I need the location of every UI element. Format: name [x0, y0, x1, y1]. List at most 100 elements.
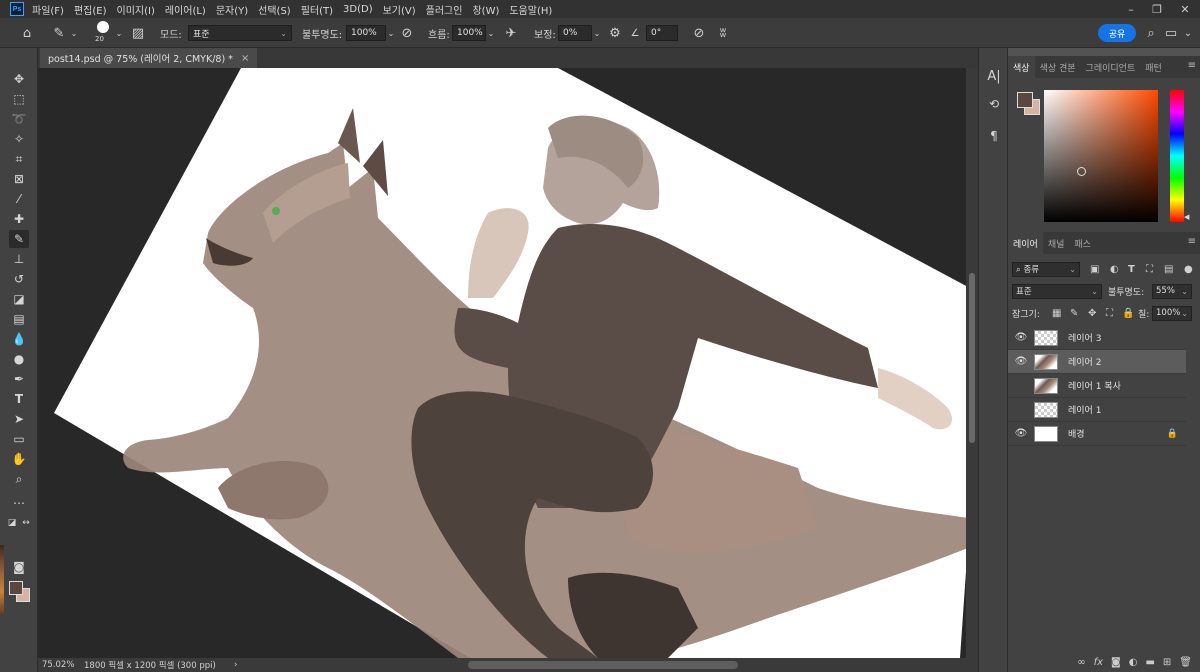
- zoom-tool-icon[interactable]: ⌕: [9, 470, 29, 488]
- opacity-chevron-icon[interactable]: ⌄: [386, 18, 396, 48]
- horizontal-scrollbar[interactable]: [468, 661, 738, 669]
- menu-image[interactable]: 이미지(I): [117, 2, 155, 17]
- home-icon[interactable]: ⌂: [14, 18, 40, 48]
- opacity-input[interactable]: 100%: [346, 25, 386, 41]
- eye-hidden-icon[interactable]: 👁: [1008, 404, 1034, 415]
- layer-thumbnail[interactable]: [1034, 401, 1058, 418]
- menu-type[interactable]: 문자(Y): [216, 2, 248, 17]
- restore-icon[interactable]: ❐: [1144, 0, 1170, 18]
- brush-tip-icon[interactable]: [97, 21, 109, 33]
- brush-size-chevron-icon[interactable]: ⌄: [114, 18, 124, 48]
- photoshop-logo-icon[interactable]: Ps: [10, 2, 24, 16]
- layer-style-fx-icon[interactable]: fx: [1094, 657, 1103, 668]
- smoothing-input[interactable]: 0%: [558, 25, 592, 41]
- tab-swatches[interactable]: 색상 견본: [1035, 56, 1081, 78]
- eye-icon[interactable]: 👁: [1008, 356, 1034, 367]
- symmetry-butterfly-icon[interactable]: ʬ: [714, 18, 732, 48]
- panel-menu-icon[interactable]: ≡: [1188, 60, 1196, 71]
- foreground-color-swatch[interactable]: [9, 581, 23, 595]
- color-picker-field[interactable]: [1044, 90, 1158, 222]
- menu-window[interactable]: 창(W): [472, 2, 499, 17]
- layer-filter-select[interactable]: ⌕ 종류 ⌄: [1012, 261, 1080, 277]
- chevron-down-icon[interactable]: ⌄: [69, 18, 79, 48]
- eye-icon[interactable]: 👁: [1008, 332, 1034, 343]
- brush-tool-preset-icon[interactable]: ✎: [50, 18, 68, 48]
- tab-gradients[interactable]: 그레이디언트: [1081, 56, 1141, 78]
- history-brush-tool-icon[interactable]: ↺: [9, 270, 29, 288]
- link-layers-icon[interactable]: ∞: [1077, 657, 1085, 668]
- tab-patterns[interactable]: 패턴: [1140, 56, 1167, 78]
- marquee-tool-icon[interactable]: ⬚: [9, 90, 29, 108]
- history-panel-icon[interactable]: ⟲: [984, 94, 1004, 114]
- layer-name[interactable]: 배경: [1068, 427, 1167, 440]
- document-canvas[interactable]: [38, 68, 966, 658]
- quick-mask-icon[interactable]: ◙: [9, 558, 29, 576]
- default-colors-icon[interactable]: ◪: [6, 514, 18, 532]
- eyedropper-tool-icon[interactable]: ⁄: [9, 190, 29, 208]
- status-chevron-icon[interactable]: ›: [234, 660, 237, 670]
- lock-all-icon[interactable]: 🔒: [1122, 308, 1134, 319]
- color-picker-marker[interactable]: [1077, 167, 1086, 176]
- lock-transparent-icon[interactable]: ▦: [1052, 308, 1061, 319]
- tab-color[interactable]: 색상: [1008, 56, 1035, 78]
- gradient-tool-icon[interactable]: ▤: [9, 310, 29, 328]
- menu-filter[interactable]: 필터(T): [301, 2, 333, 17]
- add-mask-icon[interactable]: ◙: [1111, 657, 1121, 668]
- magic-wand-tool-icon[interactable]: ✧: [9, 130, 29, 148]
- menu-3d[interactable]: 3D(D): [343, 4, 373, 15]
- close-window-icon[interactable]: ✕: [1172, 0, 1198, 18]
- fill-input[interactable]: 100% ⌄: [1152, 305, 1192, 321]
- frame-tool-icon[interactable]: ⊠: [9, 170, 29, 188]
- crop-tool-icon[interactable]: ⌗: [9, 150, 29, 168]
- eye-icon[interactable]: 👁: [1008, 428, 1034, 439]
- menu-select[interactable]: 선택(S): [258, 2, 291, 17]
- layer-row[interactable]: 👁 레이어 1 복사: [1008, 374, 1186, 398]
- gear-icon[interactable]: ⚙: [606, 18, 624, 48]
- layer-name[interactable]: 레이어 2: [1068, 355, 1186, 368]
- layer-row[interactable]: 👁 배경 🔒: [1008, 422, 1186, 446]
- new-group-icon[interactable]: ▬: [1145, 657, 1154, 668]
- hue-slider[interactable]: [1170, 90, 1184, 222]
- minimize-icon[interactable]: –: [1118, 0, 1144, 18]
- layer-row[interactable]: 👁 레이어 1: [1008, 398, 1186, 422]
- healing-brush-tool-icon[interactable]: ✚: [9, 210, 29, 228]
- trash-icon[interactable]: 🗑: [1179, 657, 1192, 668]
- layer-thumbnail[interactable]: [1034, 353, 1058, 370]
- layer-thumbnail[interactable]: [1034, 377, 1058, 394]
- layer-row[interactable]: 👁 레이어 2: [1008, 350, 1186, 374]
- mode-select[interactable]: 표준 ⌄: [188, 25, 292, 41]
- close-icon[interactable]: ×: [241, 53, 249, 64]
- hue-slider-marker-icon[interactable]: ◀: [1184, 213, 1189, 221]
- brush-settings-panel-icon[interactable]: ▨: [130, 18, 146, 48]
- adjustment-layer-icon[interactable]: ◐: [1129, 657, 1138, 668]
- tab-layers[interactable]: 레이어: [1008, 232, 1043, 254]
- type-tool-icon[interactable]: T: [9, 390, 29, 408]
- tab-channels[interactable]: 채널: [1043, 232, 1070, 254]
- layer-opacity-input[interactable]: 55% ⌄: [1152, 283, 1192, 299]
- lock-position-icon[interactable]: ✥: [1088, 308, 1096, 319]
- pressure-opacity-icon[interactable]: ⊘: [398, 18, 416, 48]
- path-selection-tool-icon[interactable]: ➤: [9, 410, 29, 428]
- workspace-icon[interactable]: ▭: [1162, 18, 1180, 48]
- share-button[interactable]: 공유: [1098, 24, 1136, 42]
- menu-help[interactable]: 도움말(H): [509, 2, 552, 17]
- flow-input[interactable]: 100%: [452, 25, 486, 41]
- scroll-thumb[interactable]: [969, 273, 975, 443]
- lock-artboard-icon[interactable]: ⛶: [1106, 308, 1113, 319]
- filter-smart-object-icon[interactable]: ▤: [1164, 264, 1173, 275]
- panel-menu-icon[interactable]: ≡: [1188, 236, 1196, 247]
- blur-tool-icon[interactable]: 💧: [9, 330, 29, 348]
- menu-edit[interactable]: 편집(E): [74, 2, 107, 17]
- lock-image-icon[interactable]: ✎: [1070, 308, 1078, 319]
- filter-toggle-icon[interactable]: ●: [1184, 264, 1193, 275]
- airbrush-icon[interactable]: ✈: [502, 18, 520, 48]
- color-panel-foreground-swatch[interactable]: [1017, 92, 1033, 108]
- dodge-tool-icon[interactable]: ●: [9, 350, 29, 368]
- new-layer-icon[interactable]: ⊞: [1163, 657, 1171, 668]
- filter-shape-icon[interactable]: ⛶: [1146, 264, 1153, 275]
- tab-paths[interactable]: 패스: [1069, 232, 1096, 254]
- canvas-area[interactable]: [38, 68, 966, 658]
- move-tool-icon[interactable]: ✥: [9, 70, 29, 88]
- clone-stamp-tool-icon[interactable]: ⊥: [9, 250, 29, 268]
- zoom-level[interactable]: 75.02%: [38, 660, 78, 670]
